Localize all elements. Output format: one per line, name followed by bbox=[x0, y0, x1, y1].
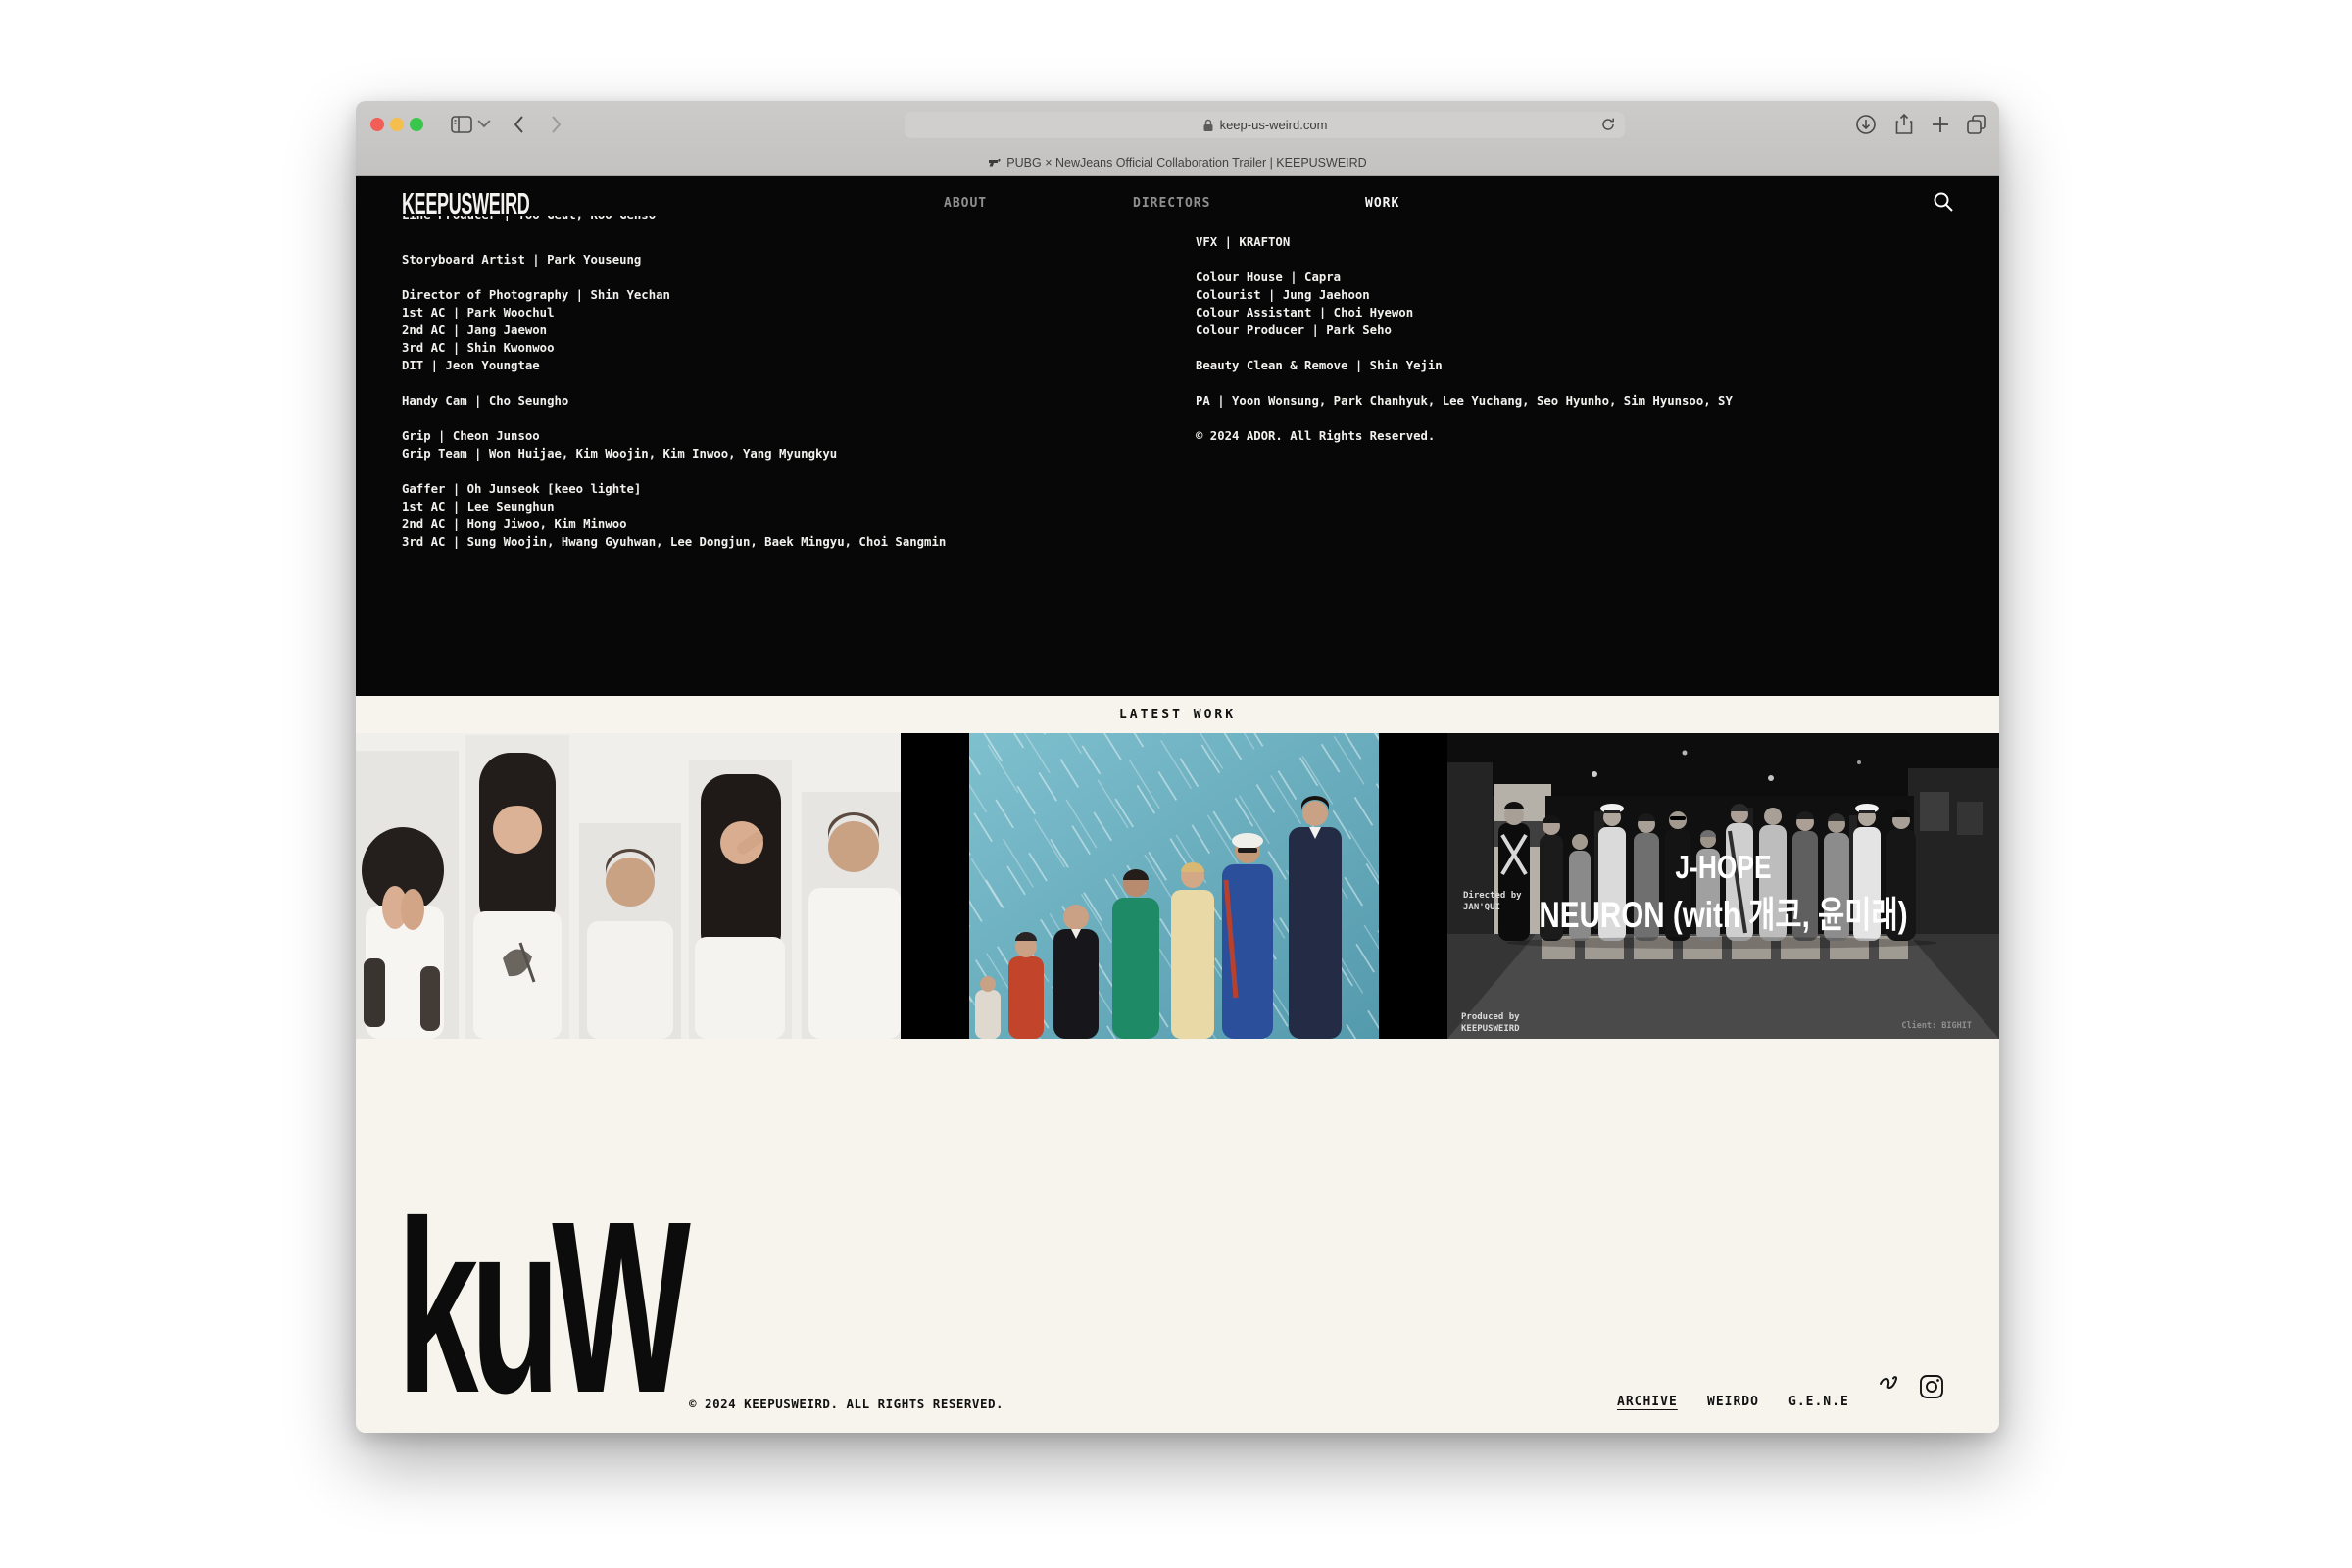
rain-artwork bbox=[901, 733, 1447, 1039]
share-button[interactable] bbox=[1891, 113, 1917, 136]
portraits-artwork bbox=[356, 733, 901, 1039]
close-button[interactable] bbox=[370, 118, 384, 131]
nav-work[interactable]: WORK bbox=[1365, 196, 1399, 211]
latest-work-label: LATEST WORK bbox=[1119, 708, 1236, 722]
safari-window: keep-us-weird.com bbox=[356, 101, 1999, 1433]
new-tab-button[interactable] bbox=[1928, 113, 1953, 136]
back-button[interactable] bbox=[508, 113, 533, 136]
jhope-title-line1: J-HOPE bbox=[1502, 849, 1943, 886]
latest-work-band: LATEST WORK bbox=[356, 696, 1999, 733]
chevron-down-icon[interactable] bbox=[477, 117, 491, 130]
footer-copyright: © 2024 KEEPUSWEIRD. ALL RIGHTS RESERVED. bbox=[689, 1396, 1004, 1411]
favicon-icon bbox=[988, 157, 1001, 169]
footer-link-gene[interactable]: G.E.N.E bbox=[1788, 1395, 1849, 1409]
zoom-button[interactable] bbox=[410, 118, 423, 131]
footer-link-weirdo[interactable]: WEIRDO bbox=[1707, 1395, 1759, 1409]
search-icon[interactable] bbox=[1932, 190, 1955, 214]
address-bar[interactable]: keep-us-weird.com bbox=[905, 112, 1625, 138]
browser-toolbar: keep-us-weird.com bbox=[356, 101, 1999, 176]
credits-partial-line: Line Producer | Yoo Geul, Koo Genso bbox=[402, 216, 1088, 226]
forward-button[interactable] bbox=[542, 113, 567, 136]
produced-by-label: Produced by KEEPUSWEIRD bbox=[1461, 1011, 1520, 1035]
client-label: Client: BIGHIT bbox=[1901, 1020, 1972, 1032]
nav-directors[interactable]: DIRECTORS bbox=[1133, 196, 1210, 211]
work-slide-jhope[interactable]: Directed by JAN'QUI J-HOPE NEURON (with … bbox=[1447, 733, 1999, 1039]
footer-link-archive[interactable]: ARCHIVE bbox=[1617, 1395, 1678, 1409]
kuw-footer-logo[interactable]: kuW bbox=[397, 1203, 682, 1411]
jhope-title-line2: NEURON (with 개코, 윤미래) bbox=[1502, 885, 1943, 938]
tab-title: PUBG × NewJeans Official Collaboration T… bbox=[1006, 156, 1366, 170]
nav-about[interactable]: ABOUT bbox=[944, 196, 987, 211]
work-slide-rain[interactable] bbox=[901, 733, 1447, 1039]
latest-work-carousel: Directed by JAN'QUI J-HOPE NEURON (with … bbox=[356, 733, 1999, 1039]
url-text: keep-us-weird.com bbox=[1220, 118, 1328, 132]
tab-overview-button[interactable] bbox=[1964, 113, 1989, 136]
sidebar-toggle-icon[interactable] bbox=[449, 113, 474, 136]
keepusweird-page: KEEPUSWEIRD ABOUT DIRECTORS WORK Line Pr… bbox=[356, 176, 1999, 1433]
downloads-button[interactable] bbox=[1853, 113, 1879, 136]
desktop: keep-us-weird.com bbox=[0, 0, 2352, 1568]
lock-icon bbox=[1202, 119, 1214, 132]
credits-right-column: VFX | KRAFTON Colour House | Capra Colou… bbox=[1196, 233, 1960, 445]
work-slide-portraits[interactable] bbox=[356, 733, 901, 1039]
vimeo-icon[interactable] bbox=[1877, 1372, 1904, 1399]
reload-icon[interactable] bbox=[1600, 117, 1616, 132]
minimize-button[interactable] bbox=[390, 118, 404, 131]
instagram-icon[interactable] bbox=[1918, 1373, 1945, 1400]
tab-title-bar[interactable]: PUBG × NewJeans Official Collaboration T… bbox=[356, 148, 1999, 176]
credits-left-column: Storyboard Artist | Park Youseung Direct… bbox=[402, 251, 1147, 551]
